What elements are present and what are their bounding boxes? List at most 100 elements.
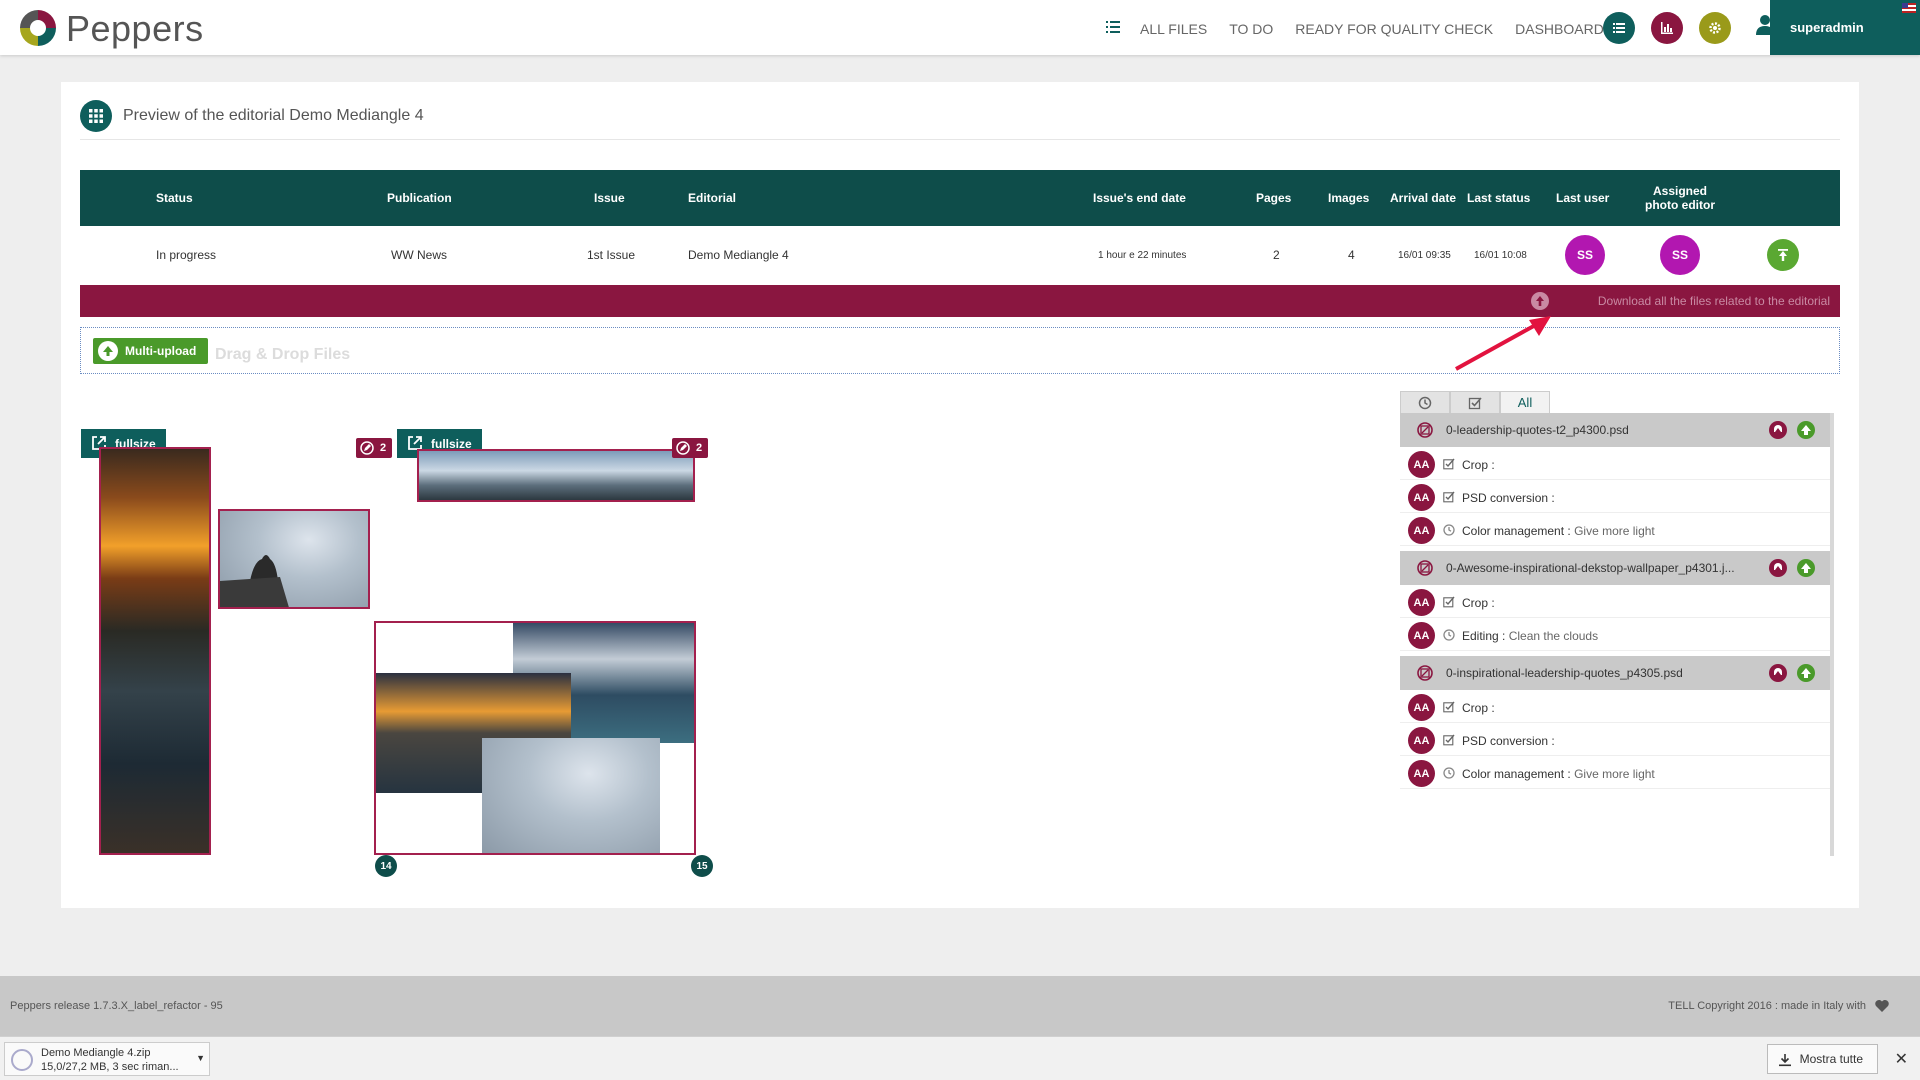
list-view-button[interactable]	[1603, 12, 1635, 44]
multi-upload-label: Multi-upload	[125, 344, 197, 358]
col-pages: Pages	[1256, 191, 1292, 205]
list-item[interactable]: AA Crop :	[1400, 690, 1830, 723]
nav-to-do[interactable]: TO DO	[1229, 21, 1273, 37]
avatar[interactable]: AA	[1408, 760, 1435, 787]
cloud-download-icon[interactable]	[1768, 663, 1788, 683]
tasks-tabs: All	[1400, 391, 1550, 413]
download-all-link[interactable]: Download all the files related to the ed…	[1598, 294, 1830, 308]
task-note: Give more light	[1570, 767, 1655, 781]
correction-badge-page-15[interactable]: 2	[672, 438, 709, 458]
list-item[interactable]: AA Color management : Give more light	[1400, 513, 1830, 546]
tab-done[interactable]	[1450, 391, 1500, 413]
page-spread-frame[interactable]	[374, 621, 696, 855]
list-item[interactable]: AA Color management : Give more light	[1400, 756, 1830, 789]
clock-icon	[1443, 767, 1455, 779]
user-menu[interactable]: superadmin	[1770, 0, 1920, 55]
list-icon[interactable]	[1104, 18, 1122, 36]
task-name: Color management :	[1462, 767, 1571, 781]
row-last-status: 16/01 10:08	[1474, 249, 1527, 261]
row-end-date: 1 hour e 22 minutes	[1098, 249, 1187, 261]
release-info: Peppers release 1.7.3.X_label_refactor -…	[10, 1000, 223, 1012]
last-user-avatar[interactable]: SS	[1565, 226, 1605, 284]
task-label: PSD conversion :	[1462, 734, 1555, 748]
tab-in-progress[interactable]	[1400, 391, 1450, 413]
task-label: Crop :	[1462, 596, 1495, 610]
check-icon	[1443, 734, 1455, 746]
avatar[interactable]: AA	[1408, 589, 1435, 616]
list-item[interactable]: AA Editing : Clean the clouds	[1400, 618, 1830, 651]
list-item[interactable]: AA PSD conversion :	[1400, 723, 1830, 756]
file-header[interactable]: 0-leadership-quotes-t2_p4300.psd	[1400, 413, 1830, 447]
editorial-table-header: Status Publication Issue Editorial Issue…	[80, 170, 1840, 226]
page-number-15: 15	[691, 855, 713, 877]
col-arrival-date: Arrival date	[1390, 191, 1457, 205]
col-assigned-line2: photo editor	[1645, 198, 1715, 212]
avatar[interactable]: AA	[1408, 517, 1435, 544]
task-label: Crop :	[1462, 458, 1495, 472]
preview-image-clouds[interactable]	[218, 509, 370, 609]
download-item[interactable]: Demo Mediangle 4.zip 15,0/27,2 MB, 3 sec…	[4, 1042, 210, 1076]
avatar[interactable]: AA	[1408, 694, 1435, 721]
nav-ready-for-quality-check[interactable]: READY FOR QUALITY CHECK	[1295, 21, 1493, 37]
file-edit-icon	[1417, 422, 1433, 438]
clock-icon	[1443, 524, 1455, 536]
bar-chart-icon	[1661, 22, 1673, 34]
task-label: PSD conversion :	[1462, 491, 1555, 505]
list-item[interactable]: AA Crop :	[1400, 447, 1830, 480]
avatar[interactable]: AA	[1408, 451, 1435, 478]
gear-icon	[1709, 22, 1721, 34]
check-icon	[1443, 458, 1455, 470]
upload-button[interactable]	[1767, 226, 1799, 284]
list-item[interactable]: AA PSD conversion :	[1400, 480, 1830, 513]
nav-dashboard[interactable]: DASHBOARD	[1515, 21, 1604, 37]
tasks-list[interactable]: 0-leadership-quotes-t2_p4300.psd AA Crop :…	[1400, 413, 1834, 856]
avatar[interactable]: AA	[1408, 484, 1435, 511]
cloud-upload-icon[interactable]	[1796, 663, 1816, 683]
list-item[interactable]: AA Crop :	[1400, 585, 1830, 618]
download-status: 15,0/27,2 MB, 3 sec riman...	[41, 1061, 179, 1073]
col-end-date: Issue's end date	[1093, 191, 1186, 205]
row-images: 4	[1348, 248, 1355, 262]
correction-badge-page-14[interactable]: 2	[356, 438, 393, 458]
multi-upload-button[interactable]: Multi-upload	[93, 338, 209, 364]
close-icon[interactable]: ✕	[1895, 1049, 1908, 1069]
assigned-editor-avatar[interactable]: SS	[1660, 226, 1700, 284]
us-flag-icon[interactable]	[1902, 3, 1916, 13]
cloud-upload-icon[interactable]	[1796, 558, 1816, 578]
avatar[interactable]: AA	[1408, 622, 1435, 649]
file-header[interactable]: 0-inspirational-leadership-quotes_p4305.…	[1400, 656, 1830, 690]
annotation-arrow-icon	[1455, 316, 1551, 371]
browser-downloads-bar: Demo Mediangle 4.zip 15,0/27,2 MB, 3 sec…	[0, 1036, 1920, 1080]
divider	[80, 139, 1840, 140]
grid-icon	[80, 100, 112, 132]
show-all-downloads-button[interactable]: Mostra tutte	[1766, 1044, 1878, 1074]
editorial-preview-card: Preview of the editorial Demo Mediangle …	[61, 82, 1859, 908]
badge-count: 2	[380, 442, 387, 454]
download-all-bar[interactable]: Download all the files related to the ed…	[80, 285, 1840, 317]
file-header[interactable]: 0-Awesome-inspirational-dekstop-wallpape…	[1400, 551, 1830, 585]
task-name: PSD conversion :	[1462, 491, 1555, 505]
cloud-upload-icon[interactable]	[1796, 420, 1816, 440]
dropzone-label: Drag & Drop Files	[215, 346, 351, 363]
nav-all-files[interactable]: ALL FILES	[1140, 21, 1207, 37]
cloud-download-icon[interactable]	[1768, 420, 1788, 440]
tab-all[interactable]: All	[1500, 391, 1550, 413]
person-silhouette-icon	[220, 555, 289, 607]
avatar[interactable]: AA	[1408, 727, 1435, 754]
file-dropzone[interactable]: Multi-upload Drag & Drop Files	[80, 327, 1840, 374]
stats-button[interactable]	[1651, 12, 1683, 44]
task-name: Crop :	[1462, 596, 1495, 610]
preview-image-clouds-spread[interactable]	[482, 738, 660, 853]
row-publication: WW News	[391, 248, 447, 262]
peppers-logo-icon[interactable]	[18, 8, 58, 48]
preview-image-mountain-panorama[interactable]	[417, 449, 695, 502]
heart-icon	[1875, 1000, 1889, 1012]
cloud-download-icon[interactable]	[1768, 558, 1788, 578]
file-edit-icon	[1417, 665, 1433, 681]
check-icon	[1443, 491, 1455, 503]
preview-image-sunset-vertical[interactable]	[99, 447, 211, 855]
chevron-down-icon[interactable]: ▼	[196, 1053, 205, 1063]
task-name: Crop :	[1462, 701, 1495, 715]
app-name[interactable]: Peppers	[66, 8, 204, 50]
settings-button[interactable]	[1699, 12, 1731, 44]
